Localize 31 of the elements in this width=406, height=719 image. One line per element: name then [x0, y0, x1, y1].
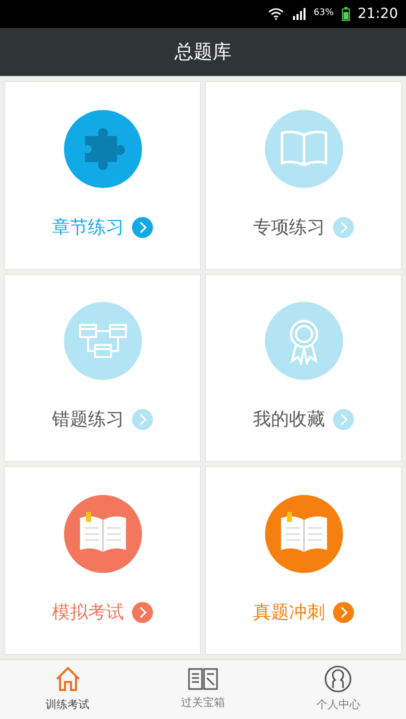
menu-card[interactable]: 我的收藏 — [205, 274, 402, 462]
nav-tab[interactable]: 训练考试 — [0, 660, 136, 719]
wifi-icon — [268, 8, 284, 20]
signal-icon — [292, 8, 306, 20]
card-label: 真题冲刺 — [253, 601, 325, 626]
person-icon — [324, 665, 352, 694]
card-label: 错题练习 — [52, 408, 124, 432]
chevron-circle-icon — [333, 409, 354, 430]
chevron-circle-icon — [132, 409, 153, 430]
battery-percentage: 63% — [314, 7, 334, 20]
nav-tab[interactable]: 个人中心 — [270, 660, 406, 719]
clock: 21:20 — [358, 4, 398, 24]
home-icon — [54, 665, 82, 694]
chevron-circle-icon — [132, 216, 153, 238]
card-label: 模拟考试 — [52, 601, 124, 626]
menu-card[interactable]: 真题冲刺 — [205, 466, 402, 655]
card-label: 专项练习 — [253, 216, 325, 240]
chevron-circle-icon — [132, 602, 153, 624]
menu-card[interactable]: 章节练习 — [4, 81, 201, 270]
nav-tab[interactable]: 过关宝箱 — [135, 660, 271, 719]
open-book-icon — [278, 128, 328, 169]
battery-icon — [342, 7, 350, 21]
chevron-circle-icon — [333, 602, 354, 624]
menu-card[interactable]: 模拟考试 — [4, 466, 201, 655]
chevron-circle-icon — [333, 216, 354, 238]
page-title: 总题库 — [174, 40, 232, 65]
menu-card[interactable]: 错题练习 — [4, 274, 201, 462]
menu-card[interactable]: 专项练习 — [205, 81, 402, 270]
card-label: 我的收藏 — [253, 408, 325, 432]
book-icon — [188, 667, 218, 692]
card-label: 章节练习 — [52, 216, 124, 240]
